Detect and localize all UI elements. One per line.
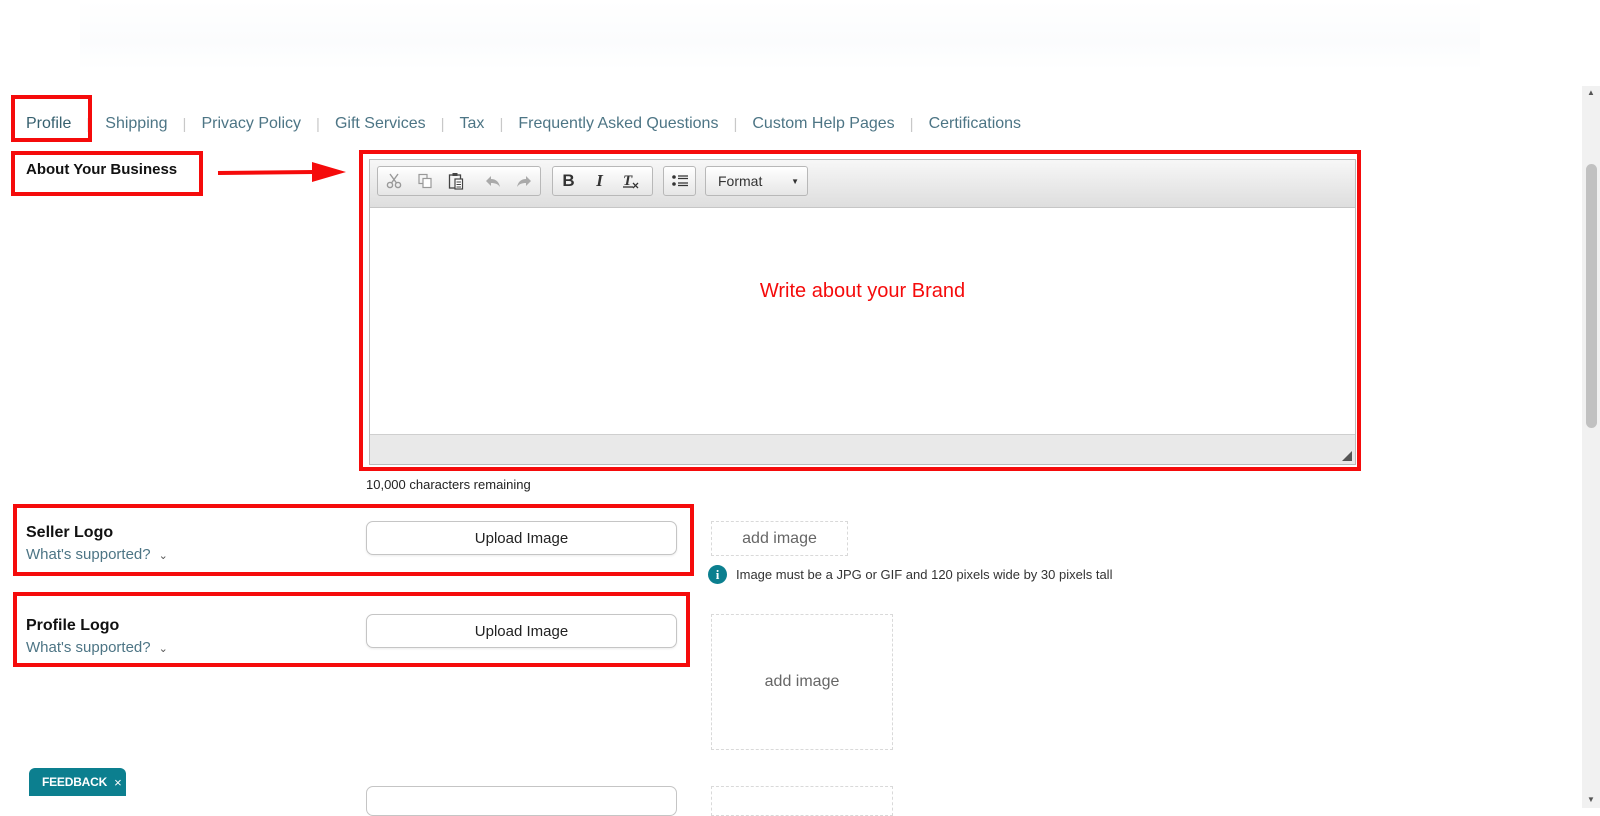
undo-icon[interactable] xyxy=(477,167,508,195)
profile-tabs: Profile | Shipping | Privacy Policy | Gi… xyxy=(26,115,1022,133)
feedback-label: FEEDBACK xyxy=(42,775,108,789)
header-ghost xyxy=(80,0,1480,70)
seller-logo-info-text: Image must be a JPG or GIF and 120 pixel… xyxy=(736,567,1113,582)
feedback-button[interactable]: FEEDBACK × xyxy=(29,768,126,796)
next-upload-button-partial[interactable] xyxy=(366,786,677,816)
bold-icon[interactable]: B xyxy=(553,167,584,195)
copy-icon[interactable] xyxy=(409,167,440,195)
profile-logo-whats-supported[interactable]: What's supported? ⌄ xyxy=(26,639,168,656)
cut-icon[interactable] xyxy=(378,167,409,195)
page-scrollbar[interactable]: ▲ ▼ xyxy=(1582,86,1600,808)
about-business-label: About Your Business xyxy=(26,161,178,178)
whats-supported-link: What's supported? xyxy=(26,639,151,656)
format-label: Format xyxy=(718,173,763,189)
scroll-up-icon[interactable]: ▲ xyxy=(1587,88,1595,97)
profile-logo-upload-button[interactable]: Upload Image xyxy=(366,614,677,648)
seller-logo-label: Seller Logo xyxy=(26,524,114,541)
resize-handle-icon[interactable] xyxy=(1342,451,1352,461)
whats-supported-link: What's supported? xyxy=(26,546,151,563)
bulleted-list-icon[interactable] xyxy=(664,167,695,195)
seller-logo-add-image[interactable]: add image xyxy=(711,521,848,556)
scroll-down-icon[interactable]: ▼ xyxy=(1587,795,1595,804)
italic-icon[interactable]: I xyxy=(584,167,615,195)
next-add-image-partial[interactable] xyxy=(711,786,893,816)
tab-certifications[interactable]: Certifications xyxy=(929,115,1021,133)
tab-faq[interactable]: Frequently Asked Questions xyxy=(518,115,718,133)
paste-icon[interactable] xyxy=(440,167,471,195)
editor-toolbar: B I T Format ▼ xyxy=(370,160,1355,208)
tab-privacy-policy[interactable]: Privacy Policy xyxy=(201,115,301,133)
tab-custom-help-pages[interactable]: Custom Help Pages xyxy=(752,115,894,133)
characters-remaining: 10,000 characters remaining xyxy=(366,477,531,492)
tab-gift-services[interactable]: Gift Services xyxy=(335,115,426,133)
tab-profile[interactable]: Profile xyxy=(26,115,71,133)
caret-down-icon: ▼ xyxy=(791,176,799,186)
seller-logo-whats-supported[interactable]: What's supported? ⌄ xyxy=(26,546,168,563)
chevron-down-icon: ⌄ xyxy=(158,643,168,655)
editor-content-area[interactable]: Write about your Brand xyxy=(370,208,1355,436)
redo-icon[interactable] xyxy=(508,167,539,195)
scrollbar-thumb[interactable] xyxy=(1586,164,1597,428)
tab-shipping[interactable]: Shipping xyxy=(105,115,167,133)
editor-placeholder-annotation: Write about your Brand xyxy=(759,280,966,302)
info-icon: i xyxy=(708,565,727,584)
editor-footer xyxy=(370,434,1355,464)
chevron-down-icon: ⌄ xyxy=(158,550,168,562)
clipboard-group xyxy=(377,166,541,196)
close-icon[interactable]: × xyxy=(114,775,122,790)
annotation-arrow xyxy=(217,162,346,182)
seller-logo-upload-button[interactable]: Upload Image xyxy=(366,521,677,555)
list-group xyxy=(663,166,696,196)
profile-logo-label: Profile Logo xyxy=(26,617,120,634)
tab-tax[interactable]: Tax xyxy=(460,115,485,133)
profile-logo-add-image[interactable]: add image xyxy=(711,614,893,750)
style-group: B I T xyxy=(552,166,653,196)
about-business-editor: B I T Format ▼ Write about your Brand xyxy=(369,159,1356,465)
remove-format-icon[interactable]: T xyxy=(615,167,646,195)
format-dropdown[interactable]: Format ▼ xyxy=(705,166,808,196)
seller-logo-info: i Image must be a JPG or GIF and 120 pix… xyxy=(708,565,1112,584)
